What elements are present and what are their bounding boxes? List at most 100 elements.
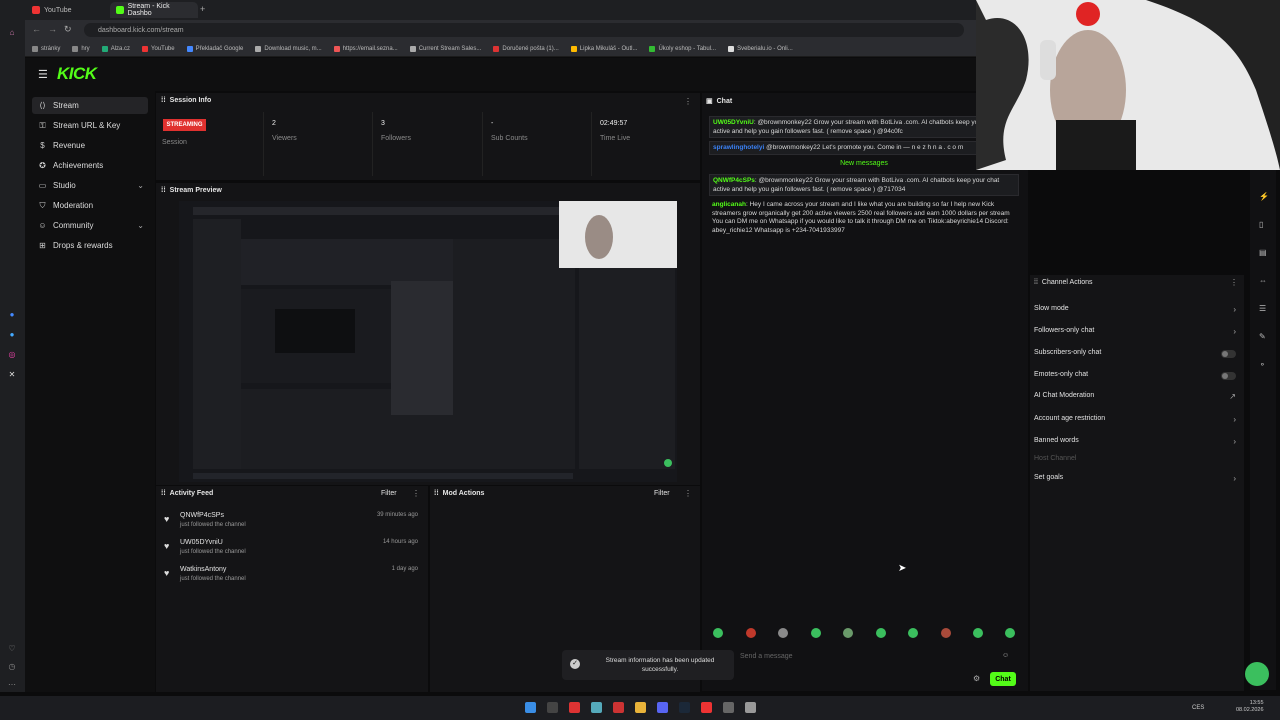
bookmark[interactable]: Alza.cz [101, 45, 130, 52]
follower-name[interactable]: QNWfP4cSPs [180, 512, 224, 519]
bookmark[interactable]: Lipka Mikuláš - Outl... [570, 45, 637, 52]
bookmark[interactable]: Úkoly eshop - Tabul... [649, 45, 716, 52]
emote-icon[interactable] [876, 628, 886, 638]
sidebar-item-stream-url-key[interactable]: ⚿ Stream URL & Key [32, 117, 148, 134]
check-icon: ✓ [570, 659, 580, 669]
chat-text: Hey I came across your stream and I like… [712, 201, 1010, 234]
sidebar-item-achievements[interactable]: ✪ Achievements [32, 157, 148, 174]
back-icon[interactable]: ← [32, 24, 41, 34]
heart-icon[interactable]: ♡ [7, 644, 17, 654]
sidebar-item-stream[interactable]: ⟨⟩ Stream [32, 97, 148, 114]
emote-icon[interactable] [941, 628, 951, 638]
chat-bubble-icon[interactable]: ▤ [1259, 248, 1267, 257]
bookmark[interactable]: Překladač Google [186, 45, 243, 52]
follower-name[interactable]: UW05DYvniU [180, 539, 223, 546]
code-icon[interactable]: ⇔ [1259, 276, 1267, 285]
channel-action-slow-mode[interactable]: Slow mode › [1034, 305, 1240, 317]
new-tab-icon[interactable]: + [200, 4, 205, 14]
opera-gx-icon[interactable] [701, 702, 712, 713]
emote-icon[interactable] [973, 628, 983, 638]
tab-youtube[interactable]: YouTube [26, 2, 108, 18]
emote-icon[interactable] [1005, 628, 1015, 638]
more-icon[interactable]: ⋯ [7, 680, 17, 690]
bookmark[interactable]: Doručené pošta (1)... [493, 45, 559, 52]
reload-icon[interactable]: ↻ [64, 24, 72, 35]
wrench-icon[interactable]: ✎ [1259, 332, 1266, 341]
emotes-only-toggle[interactable] [1221, 372, 1236, 380]
emote-icon[interactable] [908, 628, 918, 638]
tab-kick-dashboard[interactable]: Stream - Kick Dashbo [110, 2, 198, 18]
bookmark[interactable]: Sveberialu.io - Onli... [728, 45, 793, 52]
list-icon[interactable]: ☰ [1259, 304, 1266, 313]
opera-icon[interactable] [569, 702, 580, 713]
sidebar-item-moderation[interactable]: ⛉ Moderation [32, 197, 148, 214]
chat-message-input[interactable]: Send a message [740, 649, 1015, 664]
bookmark[interactable]: https://email.sezna... [333, 45, 398, 52]
follower-name[interactable]: WatkinsAntony [180, 566, 226, 573]
help-button[interactable] [1245, 662, 1269, 686]
bookmark[interactable]: stránky [32, 45, 60, 52]
url-field[interactable]: dashboard.kick.com/stream [84, 23, 964, 37]
sidebar-item-drops-rewards[interactable]: ⊞ Drops & rewards [32, 237, 148, 254]
channel-action-set-goals[interactable]: Set goals › [1034, 474, 1240, 486]
activity-more-icon[interactable]: ⋮ [412, 489, 420, 498]
bookmark[interactable]: hry [72, 45, 90, 52]
chat-username[interactable]: anglicanah [712, 201, 746, 208]
browser-side-strip: ⌂ ● ● ◎ ✕ ♡ ◷ ⋯ [0, 20, 25, 692]
emote-icon[interactable] [713, 628, 723, 638]
share-icon[interactable]: ⚬ [1259, 360, 1266, 369]
sidebar-item-revenue[interactable]: $ Revenue [32, 137, 148, 154]
forward-icon[interactable]: → [48, 24, 57, 34]
chevron-right-icon: › [1233, 327, 1236, 336]
home-icon[interactable]: ⌂ [7, 28, 17, 38]
chat-username[interactable]: UW05DYvniU [713, 119, 754, 126]
session-more-icon[interactable]: ⋮ [684, 97, 692, 106]
chat-settings-gear-icon[interactable]: ⚙ [973, 674, 980, 683]
hamburger-menu-icon[interactable]: ☰ [38, 68, 48, 81]
app-icon[interactable] [591, 702, 602, 713]
telegram-icon[interactable]: ● [7, 330, 17, 340]
app-icon[interactable] [613, 702, 624, 713]
kick-logo[interactable]: KICK [57, 64, 97, 84]
channel-action-followers-only[interactable]: Followers-only chat › [1034, 327, 1240, 339]
emote-icon[interactable] [811, 628, 821, 638]
new-messages-divider[interactable]: New messages [709, 160, 1019, 167]
chat-message: UW05DYvniU: @brownmonkey22 Grow your str… [709, 116, 1019, 138]
emote-icon[interactable] [746, 628, 756, 638]
subscribers-only-toggle[interactable] [1221, 350, 1236, 358]
emote-icon[interactable] [778, 628, 788, 638]
bookmark[interactable]: Current Stream Sales... [409, 45, 481, 52]
task-view-icon[interactable] [547, 702, 558, 713]
channel-action-ai-moderation[interactable]: AI Chat Moderation ↗ [1034, 392, 1240, 404]
file-explorer-icon[interactable] [635, 702, 646, 713]
chat-username[interactable]: QNWfP4cSPs [713, 177, 755, 184]
bookmark[interactable]: YouTube [142, 45, 175, 52]
channel-action-banned-words[interactable]: Banned words › [1034, 437, 1240, 449]
mod-filter-button[interactable]: Filter [654, 490, 670, 497]
messenger-icon[interactable]: ● [7, 310, 17, 320]
phone-icon[interactable]: ▯ [1259, 220, 1263, 229]
instagram-icon[interactable]: ◎ [7, 350, 17, 360]
bolt-icon[interactable]: ⚡ [1259, 192, 1269, 201]
discord-icon[interactable] [657, 702, 668, 713]
stream-preview-video[interactable] [179, 201, 677, 482]
bookmark[interactable]: Download music, m... [255, 45, 322, 52]
emoji-icon[interactable]: ☺ [1002, 652, 1009, 659]
obs-icon[interactable] [723, 702, 734, 713]
mod-more-icon[interactable]: ⋮ [684, 489, 692, 498]
taskbar-clock[interactable]: 13:55 08.02.2026 [1236, 700, 1264, 714]
steam-icon[interactable] [679, 702, 690, 713]
sidebar-item-community[interactable]: ☺ Community ⌄ [32, 217, 148, 234]
activity-filter-button[interactable]: Filter [381, 490, 397, 497]
history-icon[interactable]: ◷ [7, 662, 17, 672]
emote-icon[interactable] [843, 628, 853, 638]
app-icon[interactable] [745, 702, 756, 713]
x-icon[interactable]: ✕ [7, 370, 17, 380]
windows-start-icon[interactable] [525, 702, 536, 713]
chat-username[interactable]: sprawlinghotelyi [713, 144, 764, 151]
send-chat-button[interactable]: Chat [990, 672, 1016, 686]
channel-actions-more-icon[interactable]: ⋮ [1230, 278, 1238, 287]
channel-action-account-age[interactable]: Account age restriction › [1034, 415, 1240, 427]
language-indicator[interactable]: CES [1192, 705, 1204, 711]
sidebar-item-studio[interactable]: ▭ Studio ⌄ [32, 177, 148, 194]
